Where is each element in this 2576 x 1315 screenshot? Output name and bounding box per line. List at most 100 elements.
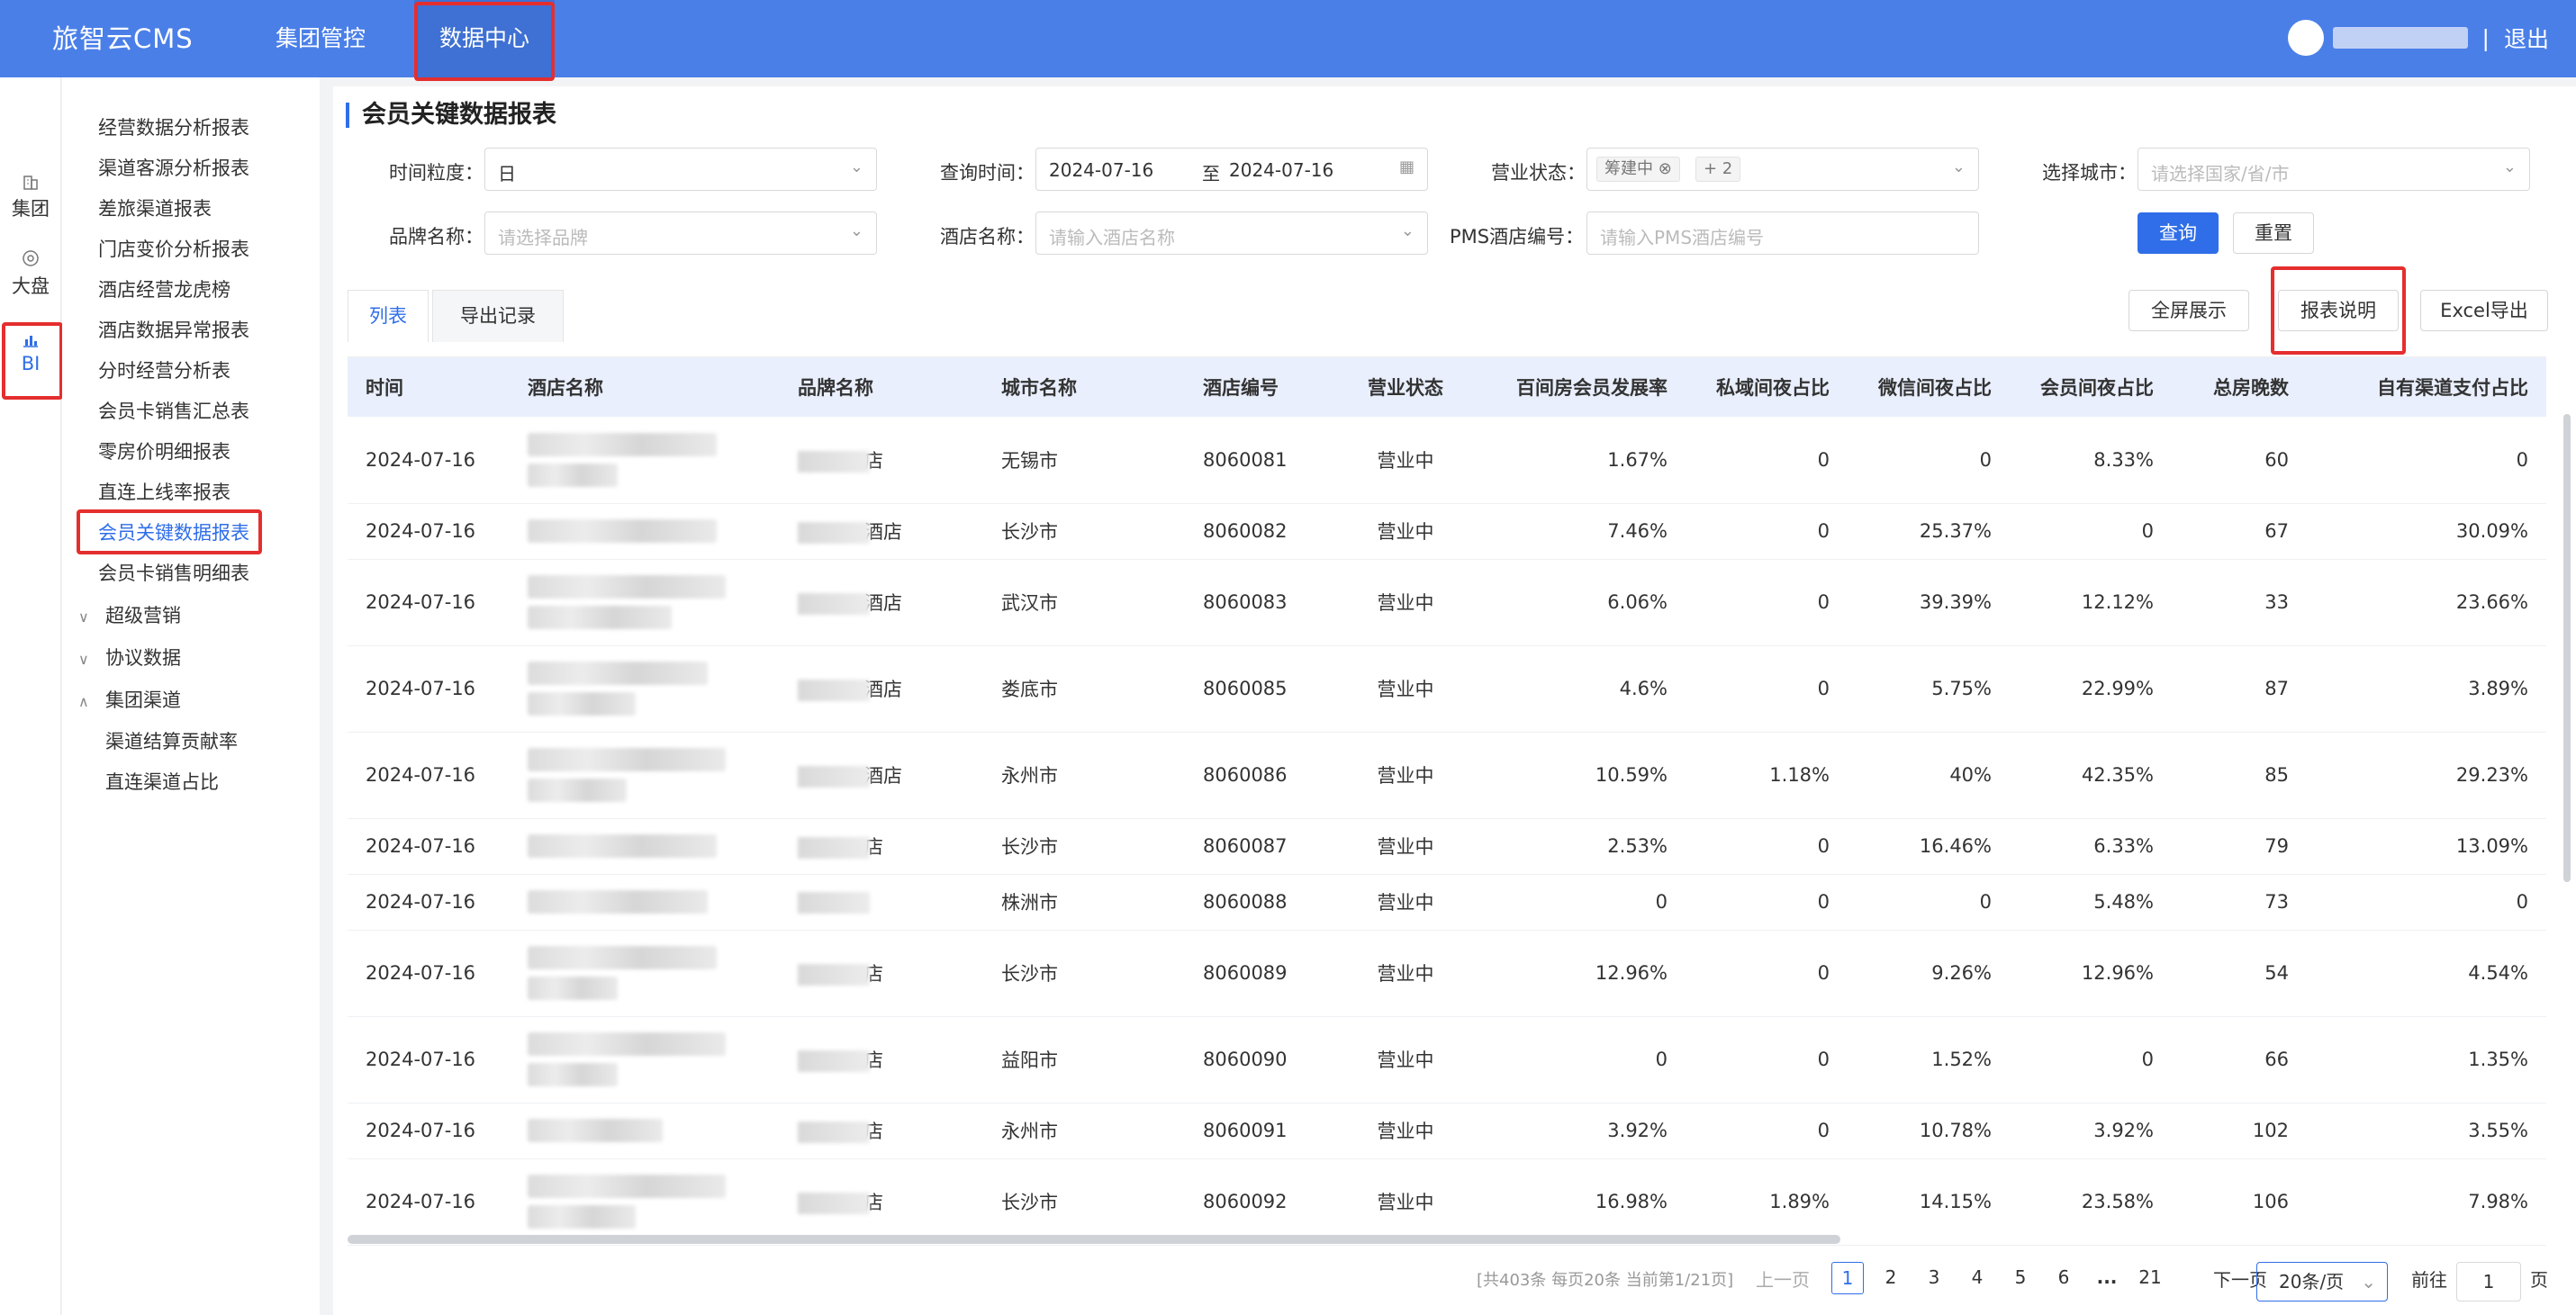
- close-icon[interactable]: ⊗: [1659, 159, 1672, 178]
- menu-group-channel[interactable]: ∧ 集团渠道: [78, 686, 181, 713]
- query-time-label: 查询时间：: [940, 162, 1035, 184]
- nav-group-control[interactable]: 集团管控: [276, 0, 366, 77]
- rail-item-bi[interactable]: BI: [0, 329, 61, 374]
- menu-item[interactable]: 零房价明细报表: [98, 437, 230, 464]
- menu-item[interactable]: 会员卡销售汇总表: [98, 397, 249, 424]
- excel-export-button[interactable]: Excel导出: [2420, 290, 2548, 331]
- col-status[interactable]: 营业状态: [1338, 357, 1473, 417]
- col-date[interactable]: 时间: [348, 357, 510, 417]
- table-row[interactable]: 2024-07-16 店长沙市 8060087 营业中 2.53% 0 16.46% 6.33…: [348, 818, 2546, 875]
- col-hotel-name[interactable]: 酒店名称: [510, 357, 780, 417]
- menu-item[interactable]: 酒店数据异常报表: [98, 316, 249, 343]
- table-row[interactable]: 2024-07-16 店长沙市 8060089 营业中 12.96% 0 9.26% 12.9…: [348, 930, 2546, 1017]
- menu-item[interactable]: 分时经营分析表: [98, 356, 230, 383]
- status-multi-select[interactable]: 筹建中 ⊗ + 2 ⌄: [1586, 148, 1979, 191]
- col-member-dev-rate[interactable]: 百间房会员发展率: [1473, 357, 1686, 417]
- reset-button[interactable]: 重置: [2233, 212, 2314, 254]
- cell-hotel-name: [510, 874, 780, 931]
- horizontal-scrollbar[interactable]: [348, 1235, 1840, 1244]
- redacted-hotel-name: [528, 779, 627, 802]
- fullscreen-button[interactable]: 全屏展示: [2129, 290, 2249, 331]
- tab-list[interactable]: 列表: [348, 290, 429, 342]
- cell-brand-name: 店: [780, 930, 983, 1017]
- col-own-channel-pay-ratio[interactable]: 自有渠道支付占比: [2307, 357, 2546, 417]
- tab-export-records[interactable]: 导出记录: [432, 290, 564, 342]
- table-row[interactable]: 2024-07-16 酒店 长沙市 8060082 营业中 7.46% 0 25.37% 0 67…: [348, 503, 2546, 560]
- brand-suffix: 酒店: [864, 521, 902, 543]
- menu-item[interactable]: 直连上线率报表: [98, 478, 230, 505]
- cell-wechat-night-ratio: 39.39%: [1848, 559, 2010, 646]
- avatar[interactable]: [2287, 20, 2324, 56]
- page-number[interactable]: 5: [2004, 1262, 2037, 1294]
- menu-group-agreement[interactable]: ∨ 协议数据: [78, 644, 181, 671]
- page-size-value[interactable]: 20条/页 ⌄: [2256, 1262, 2388, 1301]
- date-range-picker[interactable]: 2024-07-16 至 2024-07-16 ▦: [1035, 148, 1428, 191]
- bar-chart-icon: [23, 336, 38, 347]
- page-number[interactable]: 3: [1918, 1262, 1950, 1294]
- cell-hotel-name: [510, 732, 780, 819]
- menu-item[interactable]: 经营数据分析报表: [98, 113, 249, 140]
- vertical-scrollbar[interactable]: [2563, 414, 2571, 882]
- table-row[interactable]: 2024-07-16 店益阳市 8060090 营业中 0 0 1.52% 0 66 1.35%: [348, 1016, 2546, 1103]
- menu-group-label: 超级营销: [105, 605, 181, 626]
- menu-item[interactable]: 直连渠道占比: [105, 768, 219, 795]
- col-hotel-code[interactable]: 酒店编号: [1185, 357, 1338, 417]
- cell-own-channel-pay-ratio: 30.09%: [2307, 503, 2546, 560]
- city-cascader[interactable]: 请选择国家/省/市 ⌄: [2138, 148, 2530, 191]
- redacted-brand-name: [798, 766, 870, 788]
- menu-item[interactable]: 渠道客源分析报表: [98, 154, 249, 181]
- col-member-night-ratio[interactable]: 会员间夜占比: [2010, 357, 2172, 417]
- page-number[interactable]: 2: [1875, 1262, 1907, 1294]
- data-table-container[interactable]: 时间 酒店名称 品牌名称 城市名称 酒店编号 营业状态 百间房会员发展率 私域间…: [348, 356, 2546, 1256]
- cell-member-dev-rate: 1.67%: [1473, 417, 1686, 504]
- page-ellipsis[interactable]: ...: [2091, 1262, 2123, 1294]
- user-name-redacted: [2332, 27, 2468, 49]
- table-row[interactable]: 2024-07-16 酒店 永州市 8060086 营业中 10.59% 1.18% 40% 4…: [348, 732, 2546, 819]
- pms-input[interactable]: 请输入PMS酒店编号: [1586, 212, 1979, 255]
- table-row[interactable]: 2024-07-16 酒店 武汉市 8060083 营业中 6.06% 0 39.39% 12.…: [348, 559, 2546, 646]
- page-number[interactable]: 6: [2047, 1262, 2080, 1294]
- col-brand-name[interactable]: 品牌名称: [780, 357, 983, 417]
- goto-unit: 页: [2530, 1265, 2548, 1301]
- col-private-night-ratio[interactable]: 私域间夜占比: [1686, 357, 1848, 417]
- granularity-select[interactable]: 日 ⌄: [484, 148, 877, 191]
- brand-placeholder: 请选择品牌: [498, 227, 588, 248]
- goto-page-value[interactable]: 1: [2456, 1262, 2521, 1301]
- col-total-nights[interactable]: 总房晚数: [2172, 357, 2307, 417]
- page-number[interactable]: 21: [2134, 1262, 2166, 1294]
- redacted-hotel-name: [528, 1205, 636, 1229]
- cell-status: 营业中: [1338, 417, 1473, 504]
- menu-item[interactable]: 差旅渠道报表: [98, 194, 212, 221]
- brand-select[interactable]: 请选择品牌 ⌄: [484, 212, 877, 255]
- rail-item-dashboard[interactable]: 大盘: [0, 248, 61, 299]
- menu-item[interactable]: 门店变价分析报表: [98, 235, 249, 262]
- table-row[interactable]: 2024-07-16 株洲市 8060088 营业中 0 0 0 5.48% 73 0: [348, 874, 2546, 931]
- hotel-select[interactable]: 请输入酒店名称 ⌄: [1035, 212, 1428, 255]
- page-number[interactable]: 1: [1831, 1262, 1864, 1294]
- date-separator: 至: [1202, 163, 1220, 185]
- table-row[interactable]: 2024-07-16 店长沙市 8060092 营业中 16.98% 1.89% 14.15…: [348, 1158, 2546, 1246]
- logout-link[interactable]: 退出: [2504, 22, 2549, 54]
- menu-item[interactable]: 渠道结算贡献率: [105, 727, 238, 754]
- menu-item[interactable]: 酒店经营龙虎榜: [98, 275, 230, 302]
- brand-suffix: 酒店: [864, 765, 902, 787]
- cell-date: 2024-07-16: [348, 1158, 510, 1246]
- col-wechat-night-ratio[interactable]: 微信间夜占比: [1848, 357, 2010, 417]
- nav-data-center[interactable]: 数据中心: [414, 0, 555, 77]
- table-row[interactable]: 2024-07-16 店永州市 8060091 营业中 3.92% 0 10.78% 3.92…: [348, 1103, 2546, 1159]
- menu-item-member-key-report[interactable]: 会员关键数据报表: [98, 518, 249, 545]
- table-row[interactable]: 2024-07-16 酒店 娄底市 8060085 营业中 4.6% 0 5.75% 22.99…: [348, 645, 2546, 733]
- menu-group-super-marketing[interactable]: ∨ 超级营销: [78, 601, 181, 628]
- cell-status: 营业中: [1338, 1103, 1473, 1159]
- prev-page-link[interactable]: 上一页: [1756, 1269, 1810, 1291]
- cell-member-dev-rate: 16.98%: [1473, 1158, 1686, 1246]
- table-row[interactable]: 2024-07-16 店无锡市 8060081 营业中 1.67% 0 0 8.33% 60 0: [348, 417, 2546, 504]
- rail-item-group[interactable]: 集团: [0, 171, 61, 221]
- menu-item[interactable]: 会员卡销售明细表: [98, 559, 249, 586]
- pagination-prev[interactable]: 上一页: [1756, 1265, 1810, 1301]
- page-number[interactable]: 4: [1961, 1262, 1993, 1294]
- col-city-name[interactable]: 城市名称: [983, 357, 1185, 417]
- query-button[interactable]: 查询: [2138, 212, 2219, 254]
- redacted-brand-name: [798, 1121, 870, 1143]
- report-help-button[interactable]: 报表说明: [2278, 290, 2399, 331]
